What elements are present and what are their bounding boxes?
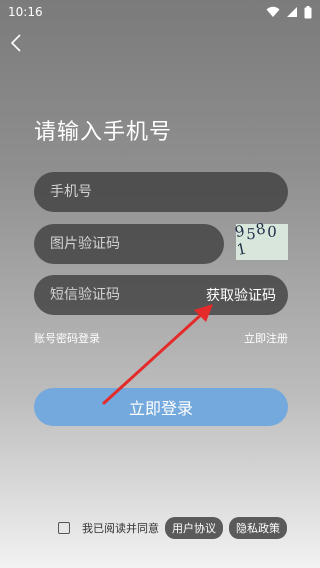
- status-icons: [266, 5, 312, 19]
- sms-code-field[interactable]: 获取验证码: [34, 275, 288, 315]
- user-agreement-link[interactable]: 用户协议: [165, 517, 223, 539]
- wifi-icon: [266, 6, 280, 17]
- image-code-field[interactable]: [34, 224, 224, 264]
- status-bar: 10:16: [0, 0, 320, 24]
- login-button[interactable]: 立即登录: [34, 388, 288, 426]
- status-time: 10:16: [8, 5, 43, 19]
- captcha-text: 95801: [233, 219, 278, 260]
- privacy-policy-link[interactable]: 隐私政策: [229, 517, 287, 539]
- page-title: 请输入手机号: [34, 120, 173, 145]
- battery-icon: [304, 5, 312, 18]
- image-code-input[interactable]: [48, 235, 224, 253]
- captcha-image[interactable]: 95801: [233, 219, 288, 260]
- phone-input[interactable]: [48, 183, 288, 201]
- agreement-text: 我已阅读并同意: [82, 522, 159, 535]
- register-link[interactable]: 立即注册: [244, 330, 288, 346]
- back-icon[interactable]: [6, 32, 28, 54]
- sms-code-input[interactable]: [48, 286, 196, 304]
- signal-icon: [287, 7, 297, 17]
- password-login-link[interactable]: 账号密码登录: [34, 330, 100, 346]
- phone-field[interactable]: [34, 172, 288, 212]
- checkbox-icon[interactable]: [58, 522, 70, 534]
- agreement-row: 我已阅读并同意 用户协议 隐私政策: [58, 517, 287, 539]
- get-code-button[interactable]: 获取验证码: [206, 285, 276, 305]
